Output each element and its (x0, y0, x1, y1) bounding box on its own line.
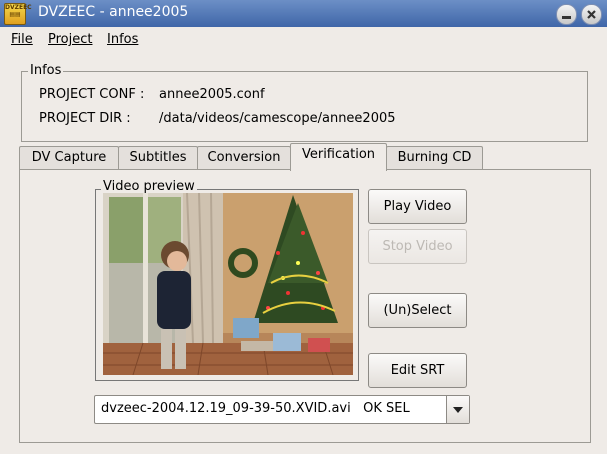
play-video-button[interactable]: Play Video (368, 189, 467, 224)
menu-bar: File Project Infos (0, 27, 607, 53)
tab-burning-cd[interactable]: Burning CD (386, 146, 483, 170)
video-file-select-value: dvzeec-2004.12.19_09-39-50.XVID.avi OK S… (101, 401, 410, 416)
triangle-down-icon (453, 407, 463, 413)
video-preview-image (103, 193, 353, 375)
close-icon (587, 10, 596, 19)
menu-file-label: File (11, 32, 33, 47)
minimize-icon (562, 16, 571, 19)
menu-file[interactable]: File (11, 32, 33, 47)
app-logo-icon: DVZEEC ▤▤ (4, 3, 32, 25)
project-conf-label: PROJECT CONF : (39, 87, 145, 102)
stop-video-button[interactable]: Stop Video (368, 229, 467, 264)
tab-dv-capture[interactable]: DV Capture (19, 146, 119, 170)
edit-srt-button[interactable]: Edit SRT (368, 353, 467, 388)
infos-group (21, 71, 588, 142)
infos-group-title: Infos (28, 63, 64, 78)
window-title: DVZEEC - annee2005 (38, 4, 189, 20)
menu-infos-label: Infos (107, 32, 139, 47)
video-preview-title: Video preview (101, 179, 197, 194)
app-logo-decoration: ▤▤ (9, 11, 21, 18)
menu-infos[interactable]: Infos (107, 32, 138, 47)
title-bar: DVZEEC ▤▤ DVZEEC - annee2005 (0, 0, 607, 27)
tab-conversion[interactable]: Conversion (197, 146, 291, 170)
menu-project-label: Project (48, 32, 93, 47)
project-dir-value: /data/videos/camescope/annee2005 (159, 111, 396, 126)
unselect-button[interactable]: (Un)Select (368, 293, 467, 328)
dropdown-button[interactable] (446, 396, 469, 423)
video-file-select[interactable]: dvzeec-2004.12.19_09-39-50.XVID.avi OK S… (94, 395, 470, 424)
tab-verification[interactable]: Verification (290, 143, 387, 171)
video-frame-picture (103, 193, 353, 375)
menu-project[interactable]: Project (48, 32, 92, 47)
project-dir-label: PROJECT DIR : (39, 111, 131, 126)
close-button[interactable] (581, 4, 602, 25)
project-conf-value: annee2005.conf (159, 87, 265, 102)
app-logo-text: DVZEEC (5, 4, 32, 11)
minimize-button[interactable] (556, 4, 577, 25)
tab-subtitles[interactable]: Subtitles (118, 146, 198, 170)
